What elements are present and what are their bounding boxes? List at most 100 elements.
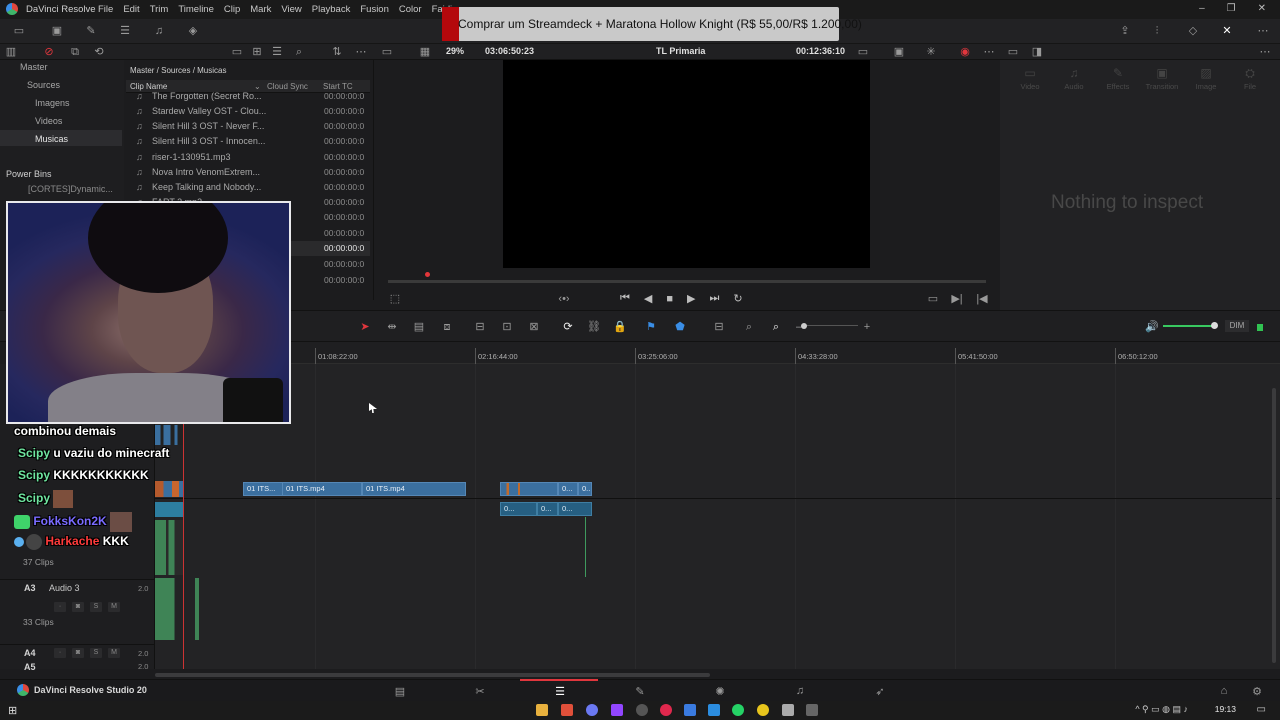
settings-icon[interactable]: ⋯ xyxy=(1256,25,1270,37)
viewer-options-icon[interactable]: ▭ xyxy=(856,46,870,58)
close-icon[interactable]: ✕ xyxy=(1258,3,1266,14)
menu-edit[interactable]: Edit xyxy=(123,4,139,15)
chrome-icon[interactable] xyxy=(757,704,769,716)
auto-track-icon[interactable]: ◙ xyxy=(72,648,84,658)
v2-clip-strip[interactable] xyxy=(155,425,183,445)
bin-videos[interactable]: Videos xyxy=(35,116,62,126)
list-view-icon[interactable]: ☰ xyxy=(270,46,284,58)
auto-track-icon[interactable]: ◙ xyxy=(72,602,84,612)
volume-knob[interactable] xyxy=(1211,322,1218,329)
blade-tool-icon[interactable]: ⧈ xyxy=(440,321,454,333)
app-icon[interactable] xyxy=(684,704,696,716)
menu-playback[interactable]: Playback xyxy=(312,4,351,15)
search-icon[interactable]: ⌕ xyxy=(292,46,306,58)
sync-icon[interactable]: ⧉ xyxy=(68,46,82,58)
whatsapp-icon[interactable] xyxy=(732,704,744,716)
thumbnail-view-icon[interactable]: ▭ xyxy=(230,46,244,58)
inspector-toggle-icon[interactable]: ▭ xyxy=(1006,46,1020,58)
viewer-screen[interactable] xyxy=(503,60,870,268)
tab-audio[interactable]: ♫ Audio xyxy=(1052,66,1096,91)
tab-transition[interactable]: ▣ Transition xyxy=(1140,66,1184,91)
viewer-more-icon[interactable]: ⋯ xyxy=(982,46,996,58)
deliver-page-icon[interactable]: ➶ xyxy=(872,685,888,698)
twitch-icon[interactable] xyxy=(611,704,623,716)
crop-icon[interactable]: ⬚ xyxy=(388,293,402,305)
solo-button[interactable]: S xyxy=(90,602,102,612)
a3-clip-strip-2[interactable] xyxy=(195,578,199,640)
zoom-full-icon[interactable]: ⊟ xyxy=(712,321,726,333)
project-settings-icon[interactable]: ⚙ xyxy=(1249,685,1265,698)
metadata-icon[interactable]: ◈ xyxy=(186,25,200,37)
bin-master[interactable]: Master xyxy=(20,62,48,72)
timeline-vertical-scrollbar[interactable] xyxy=(1272,388,1276,663)
menu-view[interactable]: View xyxy=(281,4,301,15)
upload-icon[interactable]: ⇪ xyxy=(1118,25,1132,37)
skip-to-end-icon[interactable]: ⏭ xyxy=(710,292,720,305)
mute-button[interactable]: M xyxy=(108,648,120,658)
viewer-scrub-bar[interactable] xyxy=(388,280,986,283)
obs-icon[interactable] xyxy=(636,704,648,716)
trim-tool-icon[interactable]: ⇹ xyxy=(385,321,399,333)
app-icon[interactable] xyxy=(660,704,672,716)
zoom-level[interactable]: 29% xyxy=(446,46,464,56)
audio-clip[interactable]: 0... xyxy=(500,502,537,516)
video-clip[interactable]: 01 ITS... xyxy=(243,482,283,496)
bin-imagens[interactable]: Imagens xyxy=(35,98,70,108)
position-lock-icon[interactable]: 🔒 xyxy=(613,321,627,333)
insert-clip-icon[interactable]: ⊟ xyxy=(473,321,487,333)
zoom-custom-icon[interactable]: ⌕ xyxy=(769,321,783,333)
media-pool-icon[interactable]: ▭ xyxy=(12,25,26,37)
fusion-page-icon[interactable]: ✎ xyxy=(632,685,648,698)
tab-image[interactable]: ▨ Image xyxy=(1184,66,1228,91)
media-row[interactable]: ♫ riser-1-130951.mp3 00:00:00:0 xyxy=(126,150,370,165)
menu-trim[interactable]: Trim xyxy=(150,4,169,15)
notification-icon[interactable]: ▭ xyxy=(1257,704,1266,715)
viewer-mode-icon[interactable]: ▭ xyxy=(380,46,394,58)
stop-icon[interactable]: ■ xyxy=(666,293,673,305)
match-frame-icon[interactable]: ▭ xyxy=(926,293,940,305)
record-icon[interactable]: ◉ xyxy=(958,46,972,58)
minimize-icon[interactable]: – xyxy=(1199,3,1205,14)
power-bin-item[interactable]: [CORTES]Dynamic... xyxy=(28,184,113,194)
lock-icon[interactable]: · xyxy=(54,602,66,612)
zoom-slider-knob[interactable] xyxy=(801,323,807,329)
metadata-panel-icon[interactable]: ◇ xyxy=(1186,25,1200,37)
track-volume[interactable]: 2.0 xyxy=(138,649,148,658)
mute-button[interactable]: M xyxy=(108,602,120,612)
tab-effects[interactable]: ✎ Effects xyxy=(1096,66,1140,91)
solo-button[interactable]: S xyxy=(90,648,102,658)
fairlight-page-icon[interactable]: ♫ xyxy=(792,685,808,697)
flag-icon[interactable]: ⚑ xyxy=(644,321,658,333)
taskbar-clock[interactable]: 19:13 xyxy=(1215,704,1236,714)
home-icon[interactable]: ⌂ xyxy=(1216,685,1232,697)
more-options-icon[interactable]: ⋯ xyxy=(354,46,368,58)
linked-selection-icon[interactable]: ⛓ xyxy=(587,321,601,333)
inspector-more-icon[interactable]: ⋯ xyxy=(1258,46,1272,58)
loop-icon[interactable]: ↻ xyxy=(733,292,742,305)
track-volume[interactable]: 2.0 xyxy=(138,584,148,593)
tab-video[interactable]: ▭ Video xyxy=(1008,66,1052,91)
list-icon[interactable]: ☰ xyxy=(118,25,132,37)
timeline-name[interactable]: TL Primaria xyxy=(656,46,705,56)
bin-musicas[interactable]: Musicas xyxy=(35,134,68,144)
link-icon[interactable]: ⊘ xyxy=(42,46,56,58)
inspector-icon[interactable]: ✕ xyxy=(1220,25,1234,37)
cut-page-icon[interactable]: ✂ xyxy=(472,685,488,698)
viewer-layout-icon[interactable]: ▦ xyxy=(418,46,432,58)
sort-icon[interactable]: ⇅ xyxy=(330,46,344,58)
video-clip[interactable]: 01 ITS.mp4 xyxy=(282,482,362,496)
track-volume[interactable]: 2.0 xyxy=(138,662,148,670)
skip-to-start-icon[interactable]: ⏮ xyxy=(620,292,630,305)
snapping-icon[interactable]: ⟳ xyxy=(561,321,575,333)
transform-icon[interactable]: ▣ xyxy=(892,46,906,58)
v1-clip-strip[interactable] xyxy=(155,481,183,497)
davinci-taskbar-icon[interactable] xyxy=(782,704,794,716)
video-clip[interactable] xyxy=(500,482,558,496)
media-row[interactable]: ♫ The Forgotten (Secret Ro... 00:00:00:0 xyxy=(126,89,370,104)
effects-overlay-icon[interactable]: ✳ xyxy=(924,46,938,58)
jog-icon[interactable]: ‹•› xyxy=(557,293,571,305)
maximize-icon[interactable]: ❐ xyxy=(1227,3,1236,14)
replace-clip-icon[interactable]: ⊠ xyxy=(527,321,541,333)
windows-start-icon[interactable]: ⊞ xyxy=(8,704,17,717)
menu-mark[interactable]: Mark xyxy=(250,4,271,15)
